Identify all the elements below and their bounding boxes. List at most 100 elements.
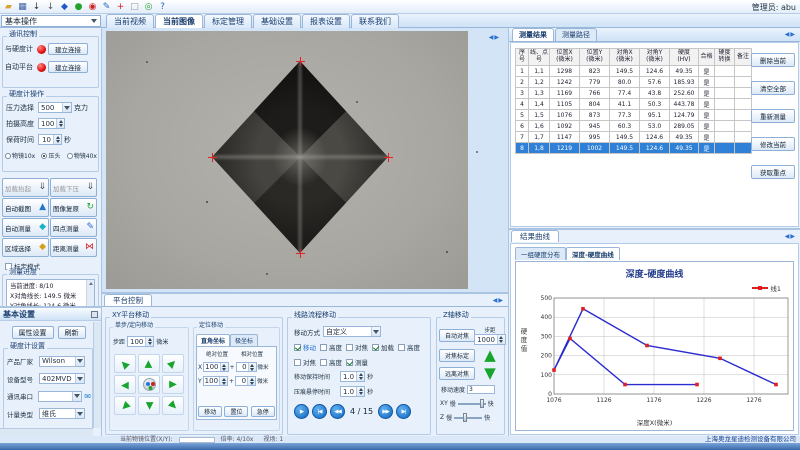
first-button[interactable]: |◀ (312, 404, 327, 419)
column-header[interactable]: 线、点 号 (529, 49, 550, 66)
auto-run-icon[interactable]: ● (72, 1, 85, 13)
abs-position-stepper[interactable]: 100 (203, 362, 228, 372)
coordinate-tab[interactable]: 直角坐标 (196, 334, 230, 346)
move-left-button[interactable]: ▶ (114, 375, 136, 394)
z-down-button[interactable]: ▼ (484, 366, 496, 381)
move-mode-select[interactable]: 自定义 (323, 326, 381, 337)
flow-step-checkbox[interactable]: 高度 (320, 357, 342, 367)
step-stepper[interactable]: 100 (127, 336, 154, 347)
rel-position-stepper[interactable]: 0 (236, 362, 257, 372)
turret-radio[interactable]: 压头 (41, 151, 60, 160)
status-input[interactable] (179, 437, 215, 443)
results-tab[interactable]: 测量结果 (512, 28, 554, 41)
z-up-button[interactable]: ▲ (484, 348, 496, 363)
table-row[interactable]: 31,3116976677.443.8252.60是 (516, 88, 752, 99)
pause-time-stepper[interactable]: 1.0 (340, 386, 365, 397)
rel-position-stepper[interactable]: 0 (235, 376, 256, 386)
results-action-button[interactable]: 获取重点 (751, 165, 795, 179)
last-button[interactable]: ▶| (396, 404, 411, 419)
action-button[interactable]: 距离测量 ⋈ (50, 238, 97, 257)
flow-step-checkbox[interactable]: 移动 (294, 342, 316, 352)
column-header[interactable]: 序 号 (516, 49, 529, 66)
settings-button[interactable]: 刷新 (58, 326, 86, 339)
vertical-scrollbar[interactable] (93, 322, 101, 428)
capture-icon[interactable]: ◉ (86, 1, 99, 13)
column-header[interactable]: 硬度 转换 (715, 49, 735, 66)
panel-collapse-arrows[interactable]: ◀▶ (785, 31, 796, 38)
prev-button[interactable]: ◀◀ (330, 404, 345, 419)
panel-collapse-arrows[interactable]: ◀▶ (493, 297, 504, 304)
calibration-icon[interactable]: ◆ (58, 1, 71, 13)
move-up-right-button[interactable]: ▶ (162, 354, 184, 373)
platform-tab[interactable]: 平台控制 (104, 294, 152, 306)
focus-away-button[interactable]: 远离对焦 (439, 367, 475, 380)
action-button[interactable]: 四点测量 ✎ (50, 218, 97, 237)
camera-icon[interactable]: ◎ (142, 1, 155, 13)
connect-button[interactable]: 建立连接 (48, 61, 88, 73)
pin-icon[interactable] (91, 311, 98, 318)
position-action-button[interactable]: 急停 (251, 406, 275, 417)
curve-panel-tab[interactable]: 结果曲线 (511, 230, 559, 242)
z-step-stepper[interactable]: 1000 (474, 334, 506, 345)
focus-calibration-button[interactable]: 对焦标定 (439, 349, 475, 362)
nav-tab[interactable]: 联系我们 (351, 14, 399, 28)
flow-step-checkbox[interactable]: 高度 (398, 342, 420, 352)
move-up-button[interactable]: ▶ (138, 354, 160, 373)
flow-step-checkbox[interactable]: 加载 (372, 342, 394, 352)
coordinate-tab[interactable]: 极坐标 (230, 334, 258, 346)
results-action-button[interactable]: 清空全部 (751, 81, 795, 95)
export-image-icon[interactable]: ↓ (44, 1, 57, 13)
field-select[interactable]: 维氏 (39, 408, 85, 419)
speed-slider[interactable] (454, 413, 482, 422)
field-select[interactable]: Wilson (39, 356, 85, 367)
nav-tab[interactable]: 标定管理 (204, 14, 252, 28)
hold-time-stepper[interactable]: 1.0 (340, 371, 365, 382)
nav-tab[interactable]: 报表设置 (302, 14, 350, 28)
next-button[interactable]: ▶▶ (378, 404, 393, 419)
position-action-button[interactable]: 移动 (198, 406, 222, 417)
panel-select-dropdown[interactable]: 基本操作 (1, 15, 101, 27)
table-row[interactable]: 21,2124277980.057.6185.93是 (516, 77, 752, 88)
panel-collapse-arrows[interactable]: ◀▶ (489, 34, 500, 41)
action-button[interactable]: 区域选择 ◆ (2, 238, 49, 257)
results-action-button[interactable]: 删除当前 (751, 53, 795, 67)
nav-tab[interactable]: 基础设置 (253, 14, 301, 28)
move-down-right-button[interactable]: ▶ (162, 396, 184, 415)
flow-step-checkbox[interactable]: 高度 (320, 342, 342, 352)
flow-step-checkbox[interactable]: 对焦 (294, 357, 316, 367)
flow-step-checkbox[interactable]: 对焦 (346, 342, 368, 352)
move-right-button[interactable]: ▶ (162, 375, 184, 394)
results-tab[interactable]: 测量路径 (555, 28, 597, 41)
action-button[interactable]: 自动测量 ◆ (2, 218, 49, 237)
capture-height-stepper[interactable]: 100 (38, 118, 65, 129)
horizontal-scrollbar[interactable] (0, 428, 93, 436)
table-row[interactable]: 71,71147995149.5124.649.35是 (516, 132, 752, 143)
column-header[interactable]: 位置X (微米) (550, 49, 580, 66)
dwell-time-stepper[interactable]: 10 (38, 134, 62, 145)
force-select[interactable]: 500 (38, 102, 72, 113)
table-row[interactable]: 81,812191002149.5124.649.35是 (516, 143, 752, 154)
curve-tab[interactable]: 一组硬度分布 (515, 247, 566, 260)
save-icon[interactable]: ▦ (16, 1, 29, 13)
move-up-left-button[interactable]: ▶ (114, 354, 136, 373)
field-select[interactable]: 402MVD (39, 373, 85, 384)
table-row[interactable]: 41,4110580441.150.3443.78是 (516, 99, 752, 110)
nav-tab[interactable]: 当前图像 (155, 14, 203, 28)
column-header[interactable]: 硬度 (HV) (670, 49, 699, 66)
table-row[interactable]: 61,6109294560.353.0289.05是 (516, 121, 752, 132)
turret-radio[interactable]: 物镜40x (67, 151, 97, 160)
curve-tab[interactable]: 深度-硬度曲线 (566, 247, 620, 260)
auto-focus-button[interactable]: 自动对焦 (439, 329, 475, 342)
pen-icon[interactable]: ✎ (100, 1, 113, 13)
action-button[interactable]: 加载下压 ⇓ (50, 178, 97, 197)
jog-center-button[interactable] (138, 375, 160, 394)
speed-input[interactable]: 3 (467, 385, 495, 394)
action-button[interactable]: 加载抬起 ⇓ (2, 178, 49, 197)
microscope-image[interactable] (106, 31, 468, 289)
column-header[interactable]: 位置Y (微米) (580, 49, 610, 66)
move-down-left-button[interactable]: ▶ (114, 396, 136, 415)
table-row[interactable]: 51,5107687377.395.1124.79是 (516, 110, 752, 121)
panel-collapse-arrows[interactable]: ◀▶ (785, 233, 796, 240)
action-button[interactable]: 自动截图 ▲ (2, 198, 49, 217)
settings-button[interactable]: 属性设置 (12, 326, 54, 339)
